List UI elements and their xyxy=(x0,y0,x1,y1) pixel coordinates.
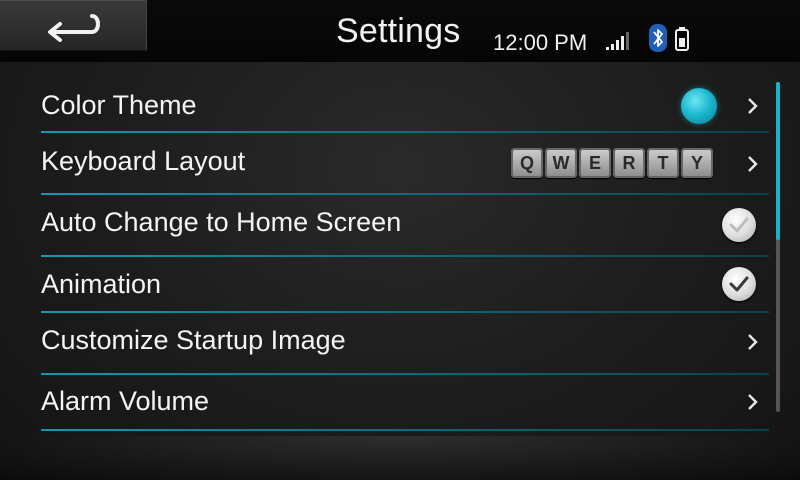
chevron-right-icon xyxy=(748,394,758,410)
setting-label: Auto Change to Home Screen xyxy=(41,207,402,237)
setting-label: Keyboard Layout xyxy=(41,146,246,176)
qwerty-keycaps: Q W E R T Y xyxy=(511,148,713,180)
signal-icon xyxy=(606,32,629,50)
keycap: E xyxy=(579,148,611,178)
color-theme-swatch xyxy=(681,88,717,124)
keycap: Y xyxy=(681,148,713,178)
keycap: W xyxy=(545,148,577,178)
setting-row-color-theme[interactable]: Color Theme xyxy=(0,70,770,133)
check-icon xyxy=(729,217,749,233)
checkbox-unchecked[interactable] xyxy=(722,208,756,242)
chevron-right-icon xyxy=(748,156,758,172)
keycap: R xyxy=(613,148,645,178)
chevron-right-icon xyxy=(748,98,758,114)
setting-row-startup-image[interactable]: Customize Startup Image xyxy=(0,312,770,375)
setting-row-alarm-volume[interactable]: Alarm Volume xyxy=(0,374,770,431)
checkbox-checked[interactable] xyxy=(722,267,756,301)
battery-icon xyxy=(675,27,689,51)
bluetooth-icon xyxy=(649,24,667,52)
page-title: Settings xyxy=(336,12,461,50)
keycap: Q xyxy=(511,148,543,178)
setting-row-animation[interactable]: Animation xyxy=(0,256,770,313)
back-button[interactable] xyxy=(0,0,147,51)
row-divider xyxy=(41,429,769,431)
scrollbar-thumb[interactable] xyxy=(776,82,780,240)
setting-label: Animation xyxy=(41,269,162,299)
return-arrow-icon xyxy=(48,14,100,42)
setting-label: Color Theme xyxy=(41,90,197,120)
scrollbar[interactable] xyxy=(776,82,780,412)
check-icon xyxy=(729,276,749,292)
bottom-bezel xyxy=(0,436,800,480)
keycap: T xyxy=(647,148,679,178)
setting-row-auto-change-home[interactable]: Auto Change to Home Screen xyxy=(0,194,770,257)
setting-label: Customize Startup Image xyxy=(41,325,346,355)
setting-row-keyboard-layout[interactable]: Keyboard Layout Q W E R T Y xyxy=(0,132,770,195)
clock: 12:00 PM xyxy=(493,30,588,55)
header-bar: Settings 12:00 PM xyxy=(0,0,800,62)
chevron-right-icon xyxy=(748,334,758,350)
setting-label: Alarm Volume xyxy=(41,386,210,416)
settings-screen: Settings 12:00 PM Color Theme Keyboard L… xyxy=(0,0,800,480)
